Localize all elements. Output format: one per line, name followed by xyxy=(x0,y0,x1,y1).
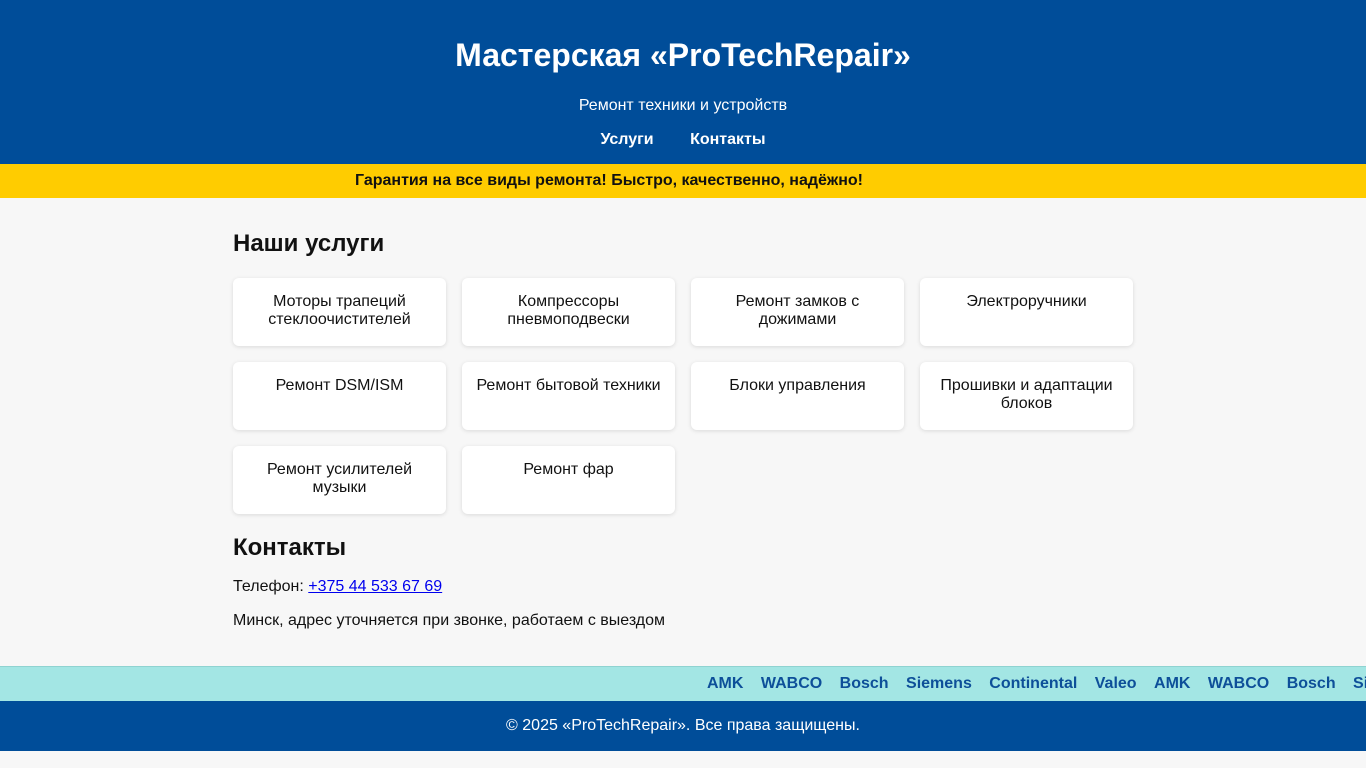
site-title: Мастерская «ProTechRepair» xyxy=(455,37,911,73)
service-card[interactable]: Ремонт замков с дожимами xyxy=(691,278,904,346)
brand-item: AMK xyxy=(1154,675,1191,692)
brand-item: Siemens xyxy=(1353,675,1366,692)
brand-item: Valeo xyxy=(1094,675,1137,692)
phone-link[interactable]: +375 44 533 67 69 xyxy=(308,578,442,595)
services-grid: Моторы трапеций стеклоочистителей Компре… xyxy=(233,278,1133,514)
main-nav: Услуги Контакты xyxy=(0,130,1366,150)
phone-line: Телефон: +375 44 533 67 69 xyxy=(233,578,1133,596)
brands-ticker: AMK WABCO Bosch Siemens Continental Vale… xyxy=(0,666,1366,702)
service-card[interactable]: Моторы трапеций стеклоочистителей xyxy=(233,278,446,346)
service-card[interactable]: Блоки управления xyxy=(691,362,904,430)
service-card[interactable]: Ремонт усилителей музыки xyxy=(233,446,446,514)
brand-item: WABCO xyxy=(760,675,823,692)
nav-link-services[interactable]: Услуги xyxy=(600,131,653,148)
services-heading: Наши услуги xyxy=(233,230,385,257)
brand-item: Bosch xyxy=(839,675,889,692)
service-card[interactable]: Ремонт фар xyxy=(462,446,675,514)
brands-track: AMK WABCO Bosch Siemens Continental Vale… xyxy=(707,667,1366,701)
brand-item: AMK xyxy=(707,675,744,692)
service-card[interactable]: Электроручники xyxy=(920,278,1133,346)
guarantee-banner: Гарантия на все виды ремонта! Быстро, ка… xyxy=(0,164,1366,198)
brand-item: WABCO xyxy=(1207,675,1270,692)
service-card[interactable]: Компрессоры пневмоподвески xyxy=(462,278,675,346)
phone-label: Телефон: xyxy=(233,578,309,595)
brand-item: Siemens xyxy=(906,675,972,692)
nav-link-contacts[interactable]: Контакты xyxy=(690,131,765,148)
brand-item: Bosch xyxy=(1286,675,1336,692)
main-content: Наши услуги Моторы трапеций стеклоочисти… xyxy=(233,198,1133,630)
contacts-heading: Контакты xyxy=(233,534,347,561)
address-text: Минск, адрес уточняется при звонке, рабо… xyxy=(233,612,666,629)
service-card[interactable]: Ремонт бытовой техники xyxy=(462,362,675,430)
site-subtitle: Ремонт техники и устройств xyxy=(578,97,788,114)
site-header: Мастерская «ProTechRepair» Ремонт техник… xyxy=(0,0,1366,164)
service-card[interactable]: Ремонт DSM/ISM xyxy=(233,362,446,430)
site-footer: © 2025 «ProTechRepair». Все права защище… xyxy=(0,701,1366,751)
brand-item: Continental xyxy=(989,675,1078,692)
service-card[interactable]: Прошивки и адаптации блоков xyxy=(920,362,1133,430)
